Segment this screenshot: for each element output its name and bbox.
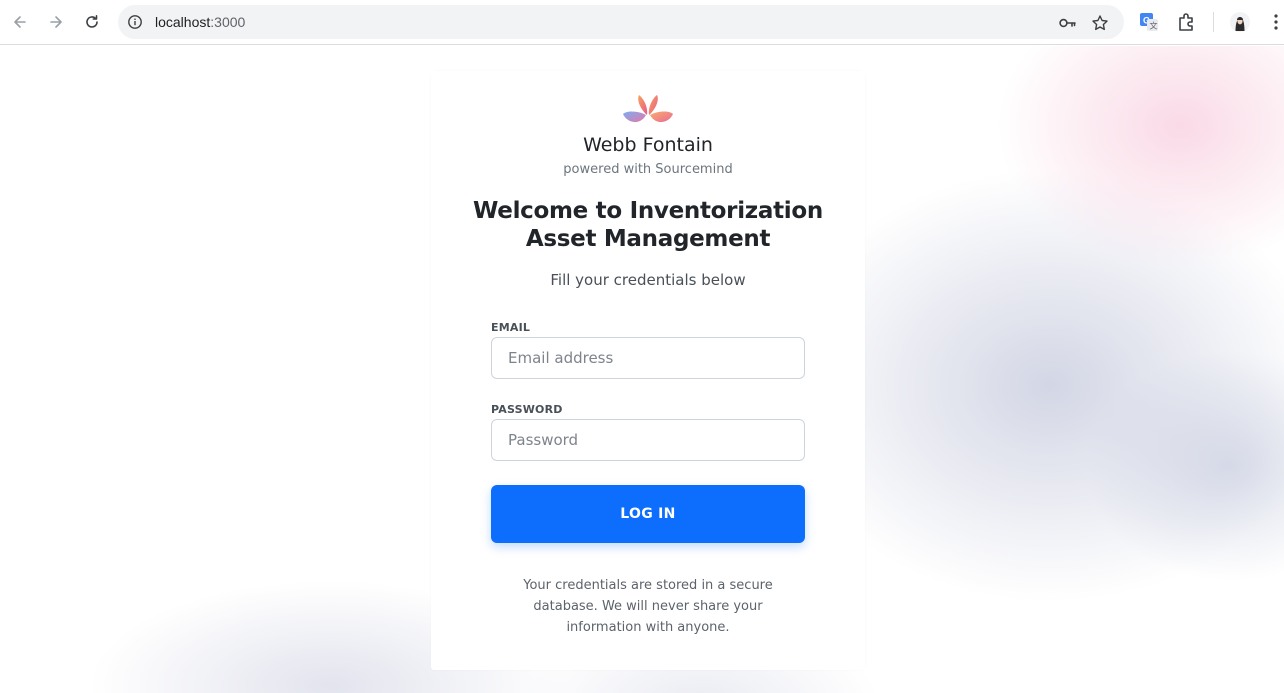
butterfly-logo-icon [623, 95, 673, 123]
page-subtitle: Fill your credentials below [550, 271, 746, 289]
login-button[interactable]: LOG IN [491, 485, 805, 543]
star-icon[interactable] [1091, 14, 1109, 32]
translate-extension-icon[interactable]: G 文 [1138, 11, 1160, 33]
password-field[interactable] [491, 419, 805, 461]
email-label: EMAIL [491, 321, 531, 334]
brand-name: Webb Fontain [583, 134, 713, 156]
email-field[interactable] [491, 337, 805, 379]
security-footnote: Your credentials are stored in a secure … [523, 578, 773, 635]
arrow-right-icon [50, 16, 62, 28]
extensions-icon[interactable] [1176, 11, 1198, 33]
page-background: Webb Fontain powered with Sourcemind Wel… [0, 46, 1284, 693]
url-port: :3000 [210, 14, 246, 30]
key-icon[interactable] [1058, 14, 1076, 32]
url-text: localhost:3000 [155, 13, 245, 31]
url-host: localhost [155, 14, 211, 30]
profile-avatar-icon[interactable] [1229, 11, 1251, 33]
info-icon[interactable] [127, 14, 143, 30]
arrow-left-icon [14, 16, 26, 28]
address-bar[interactable]: localhost:3000 [118, 5, 1124, 39]
browser-toolbar: localhost:3000 G 文 [0, 0, 1284, 45]
password-label: PASSWORD [491, 403, 563, 416]
toolbar-divider [1213, 12, 1214, 32]
more-menu-icon[interactable] [1265, 11, 1284, 33]
svg-text:文: 文 [1150, 21, 1158, 31]
back-button[interactable] [6, 8, 34, 36]
page-title: Welcome to Inventorization Asset Managem… [473, 198, 823, 252]
login-card: Webb Fontain powered with Sourcemind Wel… [431, 71, 865, 670]
powered-by-text: powered with Sourcemind [563, 162, 733, 177]
forward-button[interactable] [42, 8, 70, 36]
reload-icon [86, 15, 98, 28]
reload-button[interactable] [78, 8, 106, 36]
